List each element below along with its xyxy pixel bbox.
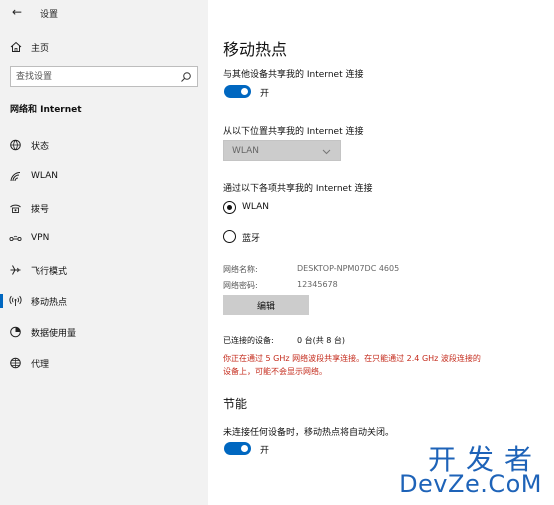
share-connection-label: 与其他设备共享我的 Internet 连接 — [223, 70, 364, 80]
toggle-knob — [241, 88, 248, 95]
power-saving-title: 节能 — [223, 397, 248, 411]
power-saving-toggle[interactable] — [224, 442, 251, 455]
sidebar-item-label: 飞行模式 — [31, 267, 68, 277]
toggle-knob — [241, 445, 248, 452]
network-name-label: 网络名称: — [223, 265, 258, 274]
sidebar-item-label: 主页 — [31, 44, 50, 54]
data-usage-icon — [10, 326, 21, 338]
page-title: 移动热点 — [223, 40, 288, 59]
sidebar-section-title: 网络和 Internet — [10, 105, 82, 115]
home-icon — [10, 41, 22, 52]
sidebar-item-vpn[interactable]: VPN — [0, 227, 208, 251]
sidebar: ← 设置 主页 网络和 Internet 状态 WLAN — [0, 0, 208, 505]
radio-wlan[interactable] — [223, 201, 236, 214]
wifi-icon — [10, 171, 21, 182]
sidebar-item-label: 数据使用量 — [31, 329, 77, 339]
edit-button[interactable]: 编辑 — [223, 295, 309, 315]
connected-devices-label: 已连接的设备: — [223, 336, 274, 345]
radio-bluetooth-label: 蓝牙 — [242, 234, 261, 244]
watermark-text-en: DevZe.CoM — [399, 470, 542, 498]
share-connection-toggle[interactable] — [224, 85, 251, 98]
power-saving-label: 未连接任何设备时，移动热点将自动关闭。 — [223, 428, 395, 438]
app-title: 设置 — [40, 10, 59, 20]
back-button[interactable]: ← — [8, 4, 26, 20]
sidebar-item-label: WLAN — [31, 171, 59, 181]
network-name-value: DESKTOP-NPM07DC 4605 — [297, 264, 400, 273]
sidebar-item-mobile-hotspot[interactable]: 移动热点 — [0, 289, 208, 313]
vpn-icon — [9, 235, 22, 242]
sidebar-item-wlan[interactable]: WLAN — [0, 165, 208, 189]
warning-line-1: 你正在通过 5 GHz 网络波段共享连接。在只能通过 2.4 GHz 波段连接的 — [223, 354, 481, 363]
hotspot-icon — [9, 295, 22, 306]
title-bar: ← 设置 — [0, 0, 208, 26]
sidebar-item-home[interactable]: 主页 — [0, 38, 208, 58]
main-content: 移动热点 与其他设备共享我的 Internet 连接 开 从以下位置共享我的 I… — [208, 0, 554, 505]
sidebar-item-label: VPN — [31, 233, 50, 243]
share-via-label: 通过以下各项共享我的 Internet 连接 — [223, 184, 373, 194]
sidebar-item-label: 代理 — [31, 360, 50, 370]
sidebar-item-dialup[interactable]: 拨号 — [0, 196, 208, 220]
search-box[interactable] — [10, 66, 198, 87]
search-icon[interactable] — [180, 71, 192, 83]
chevron-down-icon — [322, 149, 331, 155]
watermark: 开发者 DevZe.CoM — [396, 438, 546, 498]
connected-devices-value: 0 台(共 8 台) — [297, 336, 346, 345]
search-input[interactable] — [16, 70, 176, 84]
sidebar-item-status[interactable]: 状态 — [0, 133, 208, 157]
sidebar-item-label: 移动热点 — [31, 298, 68, 308]
airplane-icon — [10, 265, 21, 275]
proxy-globe-icon — [10, 357, 21, 369]
radio-bluetooth[interactable] — [223, 230, 236, 243]
sidebar-item-label: 状态 — [31, 142, 50, 152]
sidebar-item-label: 拨号 — [31, 205, 50, 215]
share-source-dropdown[interactable]: WLAN — [223, 140, 341, 161]
dropdown-value: WLAN — [232, 146, 260, 156]
power-saving-toggle-state: 开 — [260, 446, 270, 456]
globe-icon — [10, 139, 21, 151]
radio-wlan-label: WLAN — [242, 202, 270, 212]
share-source-label: 从以下位置共享我的 Internet 连接 — [223, 127, 364, 137]
network-password-value: 12345678 — [297, 280, 338, 289]
sidebar-item-proxy[interactable]: 代理 — [0, 351, 208, 375]
dialup-icon — [10, 204, 21, 213]
sidebar-item-airplane-mode[interactable]: 飞行模式 — [0, 258, 208, 282]
sidebar-item-data-usage[interactable]: 数据使用量 — [0, 320, 208, 344]
share-connection-toggle-state: 开 — [260, 89, 270, 99]
network-password-label: 网络密码: — [223, 281, 258, 290]
warning-line-2: 设备上，可能不会显示网络。 — [223, 367, 327, 376]
band-warning: 你正在通过 5 GHz 网络波段共享连接。在只能通过 2.4 GHz 波段连接的… — [223, 352, 543, 378]
